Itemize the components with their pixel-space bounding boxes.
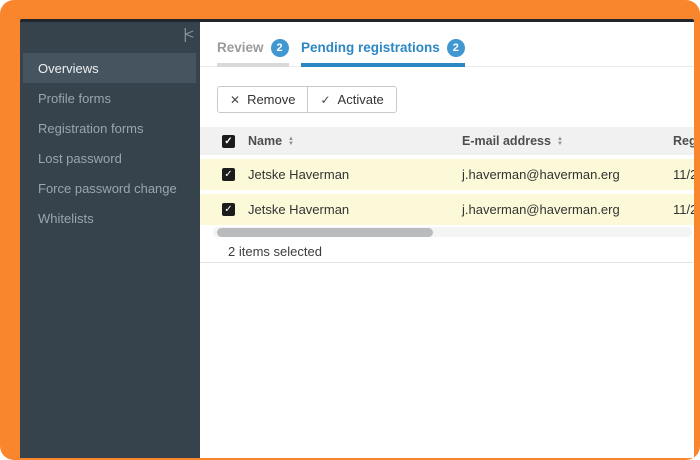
tab-label: Pending registrations (301, 40, 440, 55)
close-icon: ✕ (230, 92, 241, 107)
tab-bar: Review 2 Pending registrations 2 (200, 22, 694, 67)
cell-registered: 11/28 (673, 202, 694, 217)
sidebar-item-label: Force password change (38, 180, 177, 196)
row-checkbox[interactable]: ✓ (222, 168, 235, 181)
table-row[interactable]: ✓ Jetske Haverman j.haverman@haverman.er… (200, 194, 694, 225)
app-frame: |< Overviews Profile forms Registration … (0, 0, 700, 460)
cell-email: j.haverman@haverman.erg (462, 167, 620, 182)
check-icon: ✓ (320, 92, 331, 107)
sort-down-arrow: ▼ (556, 140, 563, 147)
sidebar-item-whitelists[interactable]: Whitelists (20, 203, 200, 233)
tab-pending-registrations[interactable]: Pending registrations 2 (301, 34, 465, 67)
sidebar-item-overviews[interactable]: Overviews (23, 53, 196, 83)
bulk-action-button-group: ✕ Remove ✓ Activate (217, 86, 397, 113)
cell-email: j.haverman@haverman.erg (462, 202, 620, 217)
registrations-table: ✓ Name ▲ ▼ E-mail address ▲ ▼ Reg ✓ Jets… (200, 127, 694, 229)
tab-pending-count-badge: 2 (446, 38, 465, 57)
sort-up-arrow: ▲ (288, 135, 294, 142)
activate-button[interactable]: ✓ Activate (307, 87, 396, 112)
horizontal-scrollbar-thumb[interactable] (217, 227, 433, 237)
sidebar-item-force-password-change[interactable]: Force password change (20, 173, 200, 203)
sidebar-item-lost-password[interactable]: Lost password (20, 143, 200, 173)
sidebar-menu: Overviews Profile forms Registration for… (20, 53, 200, 233)
horizontal-scrollbar-track[interactable] (213, 227, 692, 237)
sidebar-item-label: Lost password (38, 150, 122, 166)
cell-name: Jetske Haverman (248, 167, 350, 182)
remove-button[interactable]: ✕ Remove (218, 87, 308, 112)
sort-icon: ▲ ▼ (556, 135, 563, 147)
selection-status-bar: 2 items selected (200, 240, 694, 263)
sort-up-arrow: ▲ (556, 135, 563, 142)
sidebar-item-label: Whitelists (38, 210, 94, 226)
sidebar-item-label: Registration forms (38, 120, 144, 136)
column-header-label: E-mail address (462, 134, 551, 148)
sidebar: |< Overviews Profile forms Registration … (20, 22, 200, 458)
app-window: |< Overviews Profile forms Registration … (20, 19, 694, 458)
sort-down-arrow: ▼ (288, 140, 294, 147)
column-header-label: Name (248, 134, 283, 148)
select-all-checkbox[interactable]: ✓ (222, 134, 235, 148)
cell-registered: 11/28 (673, 167, 694, 182)
column-header-label: Regis (673, 134, 694, 148)
selection-status-text: 2 items selected (228, 243, 322, 259)
column-header-name[interactable]: Name ▲ ▼ (248, 134, 462, 148)
table-row[interactable]: ✓ Jetske Haverman j.haverman@haverman.er… (200, 159, 694, 190)
sidebar-item-label: Overviews (38, 60, 99, 76)
activate-button-label: Activate (337, 92, 384, 107)
row-checkbox[interactable]: ✓ (222, 203, 235, 216)
cell-name: Jetske Haverman (248, 202, 350, 217)
column-header-email[interactable]: E-mail address ▲ ▼ (462, 134, 673, 148)
sort-icon: ▲ ▼ (288, 135, 294, 147)
column-header-registered[interactable]: Regis (673, 134, 694, 148)
sidebar-item-profile-forms[interactable]: Profile forms (20, 83, 200, 113)
sidebar-collapse-icon[interactable]: |< (183, 26, 194, 43)
main-content: Review 2 Pending registrations 2 ✕ Remov… (200, 22, 694, 458)
sidebar-item-label: Profile forms (38, 90, 111, 106)
tab-review[interactable]: Review 2 (217, 34, 289, 67)
tab-label: Review (217, 40, 264, 55)
table-header-row: ✓ Name ▲ ▼ E-mail address ▲ ▼ Reg (200, 127, 694, 155)
sidebar-item-registration-forms[interactable]: Registration forms (20, 113, 200, 143)
tab-review-count-badge: 2 (270, 38, 289, 57)
remove-button-label: Remove (247, 92, 296, 107)
